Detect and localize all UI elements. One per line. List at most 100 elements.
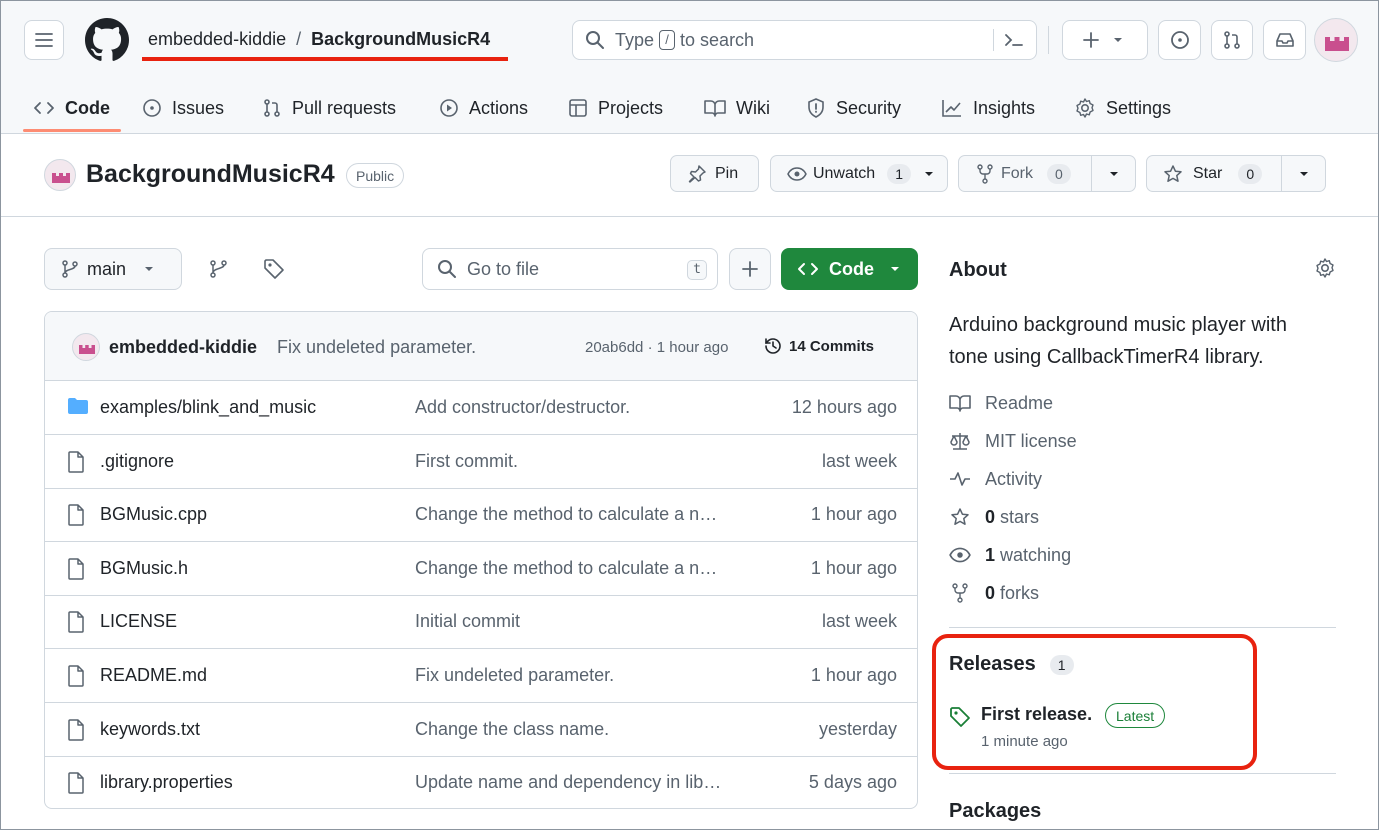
tab-wiki[interactable]: Wiki	[704, 83, 770, 133]
license-link[interactable]: MIT license	[949, 428, 1077, 454]
unwatch-button[interactable]: Unwatch 1	[770, 155, 948, 192]
pin-icon	[688, 164, 706, 183]
file-name-link[interactable]: README.md	[100, 665, 207, 686]
file-row[interactable]: BGMusic.cpp Change the method to calculat…	[45, 488, 917, 543]
github-logo-icon[interactable]	[85, 18, 129, 62]
commits-history-link[interactable]: 14 Commits	[763, 336, 874, 356]
breadcrumb-repo-link[interactable]: BackgroundMusicR4	[311, 29, 490, 50]
file-commit-time: yesterday	[818, 718, 897, 739]
file-commit-message[interactable]: Change the method to calculate a n…	[415, 504, 735, 525]
file-name-link[interactable]: .gitignore	[100, 451, 174, 472]
folder-icon	[67, 397, 89, 420]
active-tab-indicator	[23, 129, 121, 132]
header-inbox-button[interactable]	[1263, 20, 1306, 60]
file-name-link[interactable]: BGMusic.h	[100, 558, 188, 579]
pull-request-icon	[264, 99, 280, 117]
file-row[interactable]: keywords.txt Change the class name. yester…	[45, 703, 917, 757]
file-name-link[interactable]: library.properties	[100, 772, 233, 793]
file-name-link[interactable]: examples/blink_and_music	[100, 397, 316, 418]
branches-icon[interactable]	[208, 258, 230, 285]
about-description: Arduino background music player with ton…	[949, 314, 1287, 368]
commits-count: 14 Commits	[789, 337, 875, 355]
forks-link[interactable]: 0 forks	[949, 580, 1039, 606]
header-pull-requests-button[interactable]	[1211, 20, 1253, 60]
fork-main[interactable]: Fork 0	[959, 163, 1091, 184]
file-row[interactable]: library.properties Update name and depend…	[45, 756, 917, 808]
search-icon	[438, 260, 456, 278]
plus-icon	[742, 261, 758, 277]
tab-issues[interactable]: Issues	[142, 83, 224, 133]
breadcrumb-owner-link[interactable]: embedded-kiddie	[148, 29, 286, 50]
commit-message[interactable]: Fix undeleted parameter.	[277, 337, 476, 358]
add-file-button[interactable]	[729, 248, 771, 290]
file-commit-message[interactable]: Fix undeleted parameter.	[415, 665, 735, 686]
stars-label: stars	[1000, 506, 1040, 527]
tab-actions[interactable]: Actions	[439, 83, 528, 133]
tab-insights[interactable]: Insights	[941, 83, 1035, 133]
file-commit-message[interactable]: Change the method to calculate a n…	[415, 558, 735, 579]
file-commit-time: 1 hour ago	[810, 665, 897, 685]
commit-meta[interactable]: 20ab6dd · 1 hour ago	[585, 339, 728, 356]
code-dropdown-button[interactable]: Code	[781, 248, 918, 290]
about-title: About	[949, 259, 1007, 281]
file-commit-message[interactable]: Update name and dependency in lib…	[415, 772, 735, 793]
commit-author-avatar[interactable]	[72, 333, 100, 361]
tab-projects[interactable]: Projects	[568, 83, 663, 133]
file-commit-message[interactable]: Change the class name.	[415, 719, 735, 740]
file-row[interactable]: README.md Fix undeleted parameter. 1 hour …	[45, 649, 917, 703]
stars-link[interactable]: 0 stars	[949, 504, 1039, 530]
file-row[interactable]: .gitignore First commit. last week	[45, 435, 917, 489]
global-header: embedded-kiddie / BackgroundMusicR4 Type…	[1, 1, 1378, 134]
repo-title[interactable]: BackgroundMusicR4	[86, 160, 335, 189]
activity-link[interactable]: Activity	[949, 466, 1042, 492]
table-icon	[569, 99, 587, 117]
fork-label: Fork	[1001, 164, 1033, 182]
header-divider	[1048, 26, 1049, 54]
header-issues-button[interactable]	[1158, 20, 1201, 60]
gear-icon[interactable]	[1314, 257, 1336, 284]
search-suffix-text: to search	[680, 29, 755, 50]
create-new-button[interactable]	[1062, 20, 1148, 60]
file-name-link[interactable]: LICENSE	[100, 611, 177, 632]
repo-tabs: Code Issues Pull requests Actions Projec…	[1, 83, 1378, 133]
pin-label: Pin	[715, 164, 739, 182]
tab-security[interactable]: Security	[806, 83, 901, 133]
chevron-down-icon[interactable]	[911, 170, 947, 178]
pulse-icon	[950, 472, 970, 486]
command-palette-icon[interactable]	[993, 29, 1024, 51]
hamburger-menu-button[interactable]	[24, 20, 64, 60]
go-to-file-placeholder: Go to file	[467, 258, 540, 279]
tab-settings[interactable]: Settings	[1074, 83, 1171, 133]
file-commit-message[interactable]: Add constructor/destructor.	[415, 397, 735, 418]
commit-author[interactable]: embedded-kiddie	[109, 337, 257, 358]
file-row[interactable]: examples/blink_and_music Add constructor/…	[45, 381, 917, 435]
file-name-link[interactable]: BGMusic.cpp	[100, 504, 207, 525]
tab-code[interactable]: Code	[33, 83, 110, 133]
file-commit-message[interactable]: First commit.	[415, 451, 735, 472]
tab-pull-requests[interactable]: Pull requests	[262, 83, 396, 133]
file-row[interactable]: BGMusic.h Change the method to calculate …	[45, 542, 917, 596]
branch-selector[interactable]: main	[44, 248, 182, 290]
highlight-box	[932, 634, 1257, 770]
star-main[interactable]: Star 0	[1147, 163, 1281, 184]
readme-link[interactable]: Readme	[949, 390, 1053, 416]
search-input[interactable]: Type / to search	[572, 20, 1037, 60]
tag-icon[interactable]	[263, 258, 285, 285]
packages-heading[interactable]: Packages	[949, 800, 1041, 823]
user-avatar[interactable]	[1314, 18, 1358, 62]
file-name-link[interactable]: keywords.txt	[100, 719, 200, 740]
fork-button[interactable]: Fork 0	[958, 155, 1136, 192]
star-button[interactable]: Star 0	[1146, 155, 1326, 192]
watching-link[interactable]: 1 watching	[949, 542, 1071, 568]
fork-icon	[952, 583, 968, 603]
chevron-down-icon[interactable]	[1281, 156, 1325, 191]
unwatch-label: Unwatch	[812, 164, 876, 182]
chevron-down-icon[interactable]	[1091, 156, 1135, 191]
file-row[interactable]: LICENSE Initial commit last week	[45, 595, 917, 650]
sidebar-divider	[949, 627, 1336, 628]
go-to-file-input[interactable]: Go to file t	[422, 248, 718, 290]
unwatch-main[interactable]: Unwatch 1	[771, 163, 911, 184]
pin-button[interactable]: Pin	[670, 155, 759, 192]
file-commit-message[interactable]: Initial commit	[415, 611, 735, 632]
repo-owner-avatar[interactable]	[44, 159, 76, 191]
